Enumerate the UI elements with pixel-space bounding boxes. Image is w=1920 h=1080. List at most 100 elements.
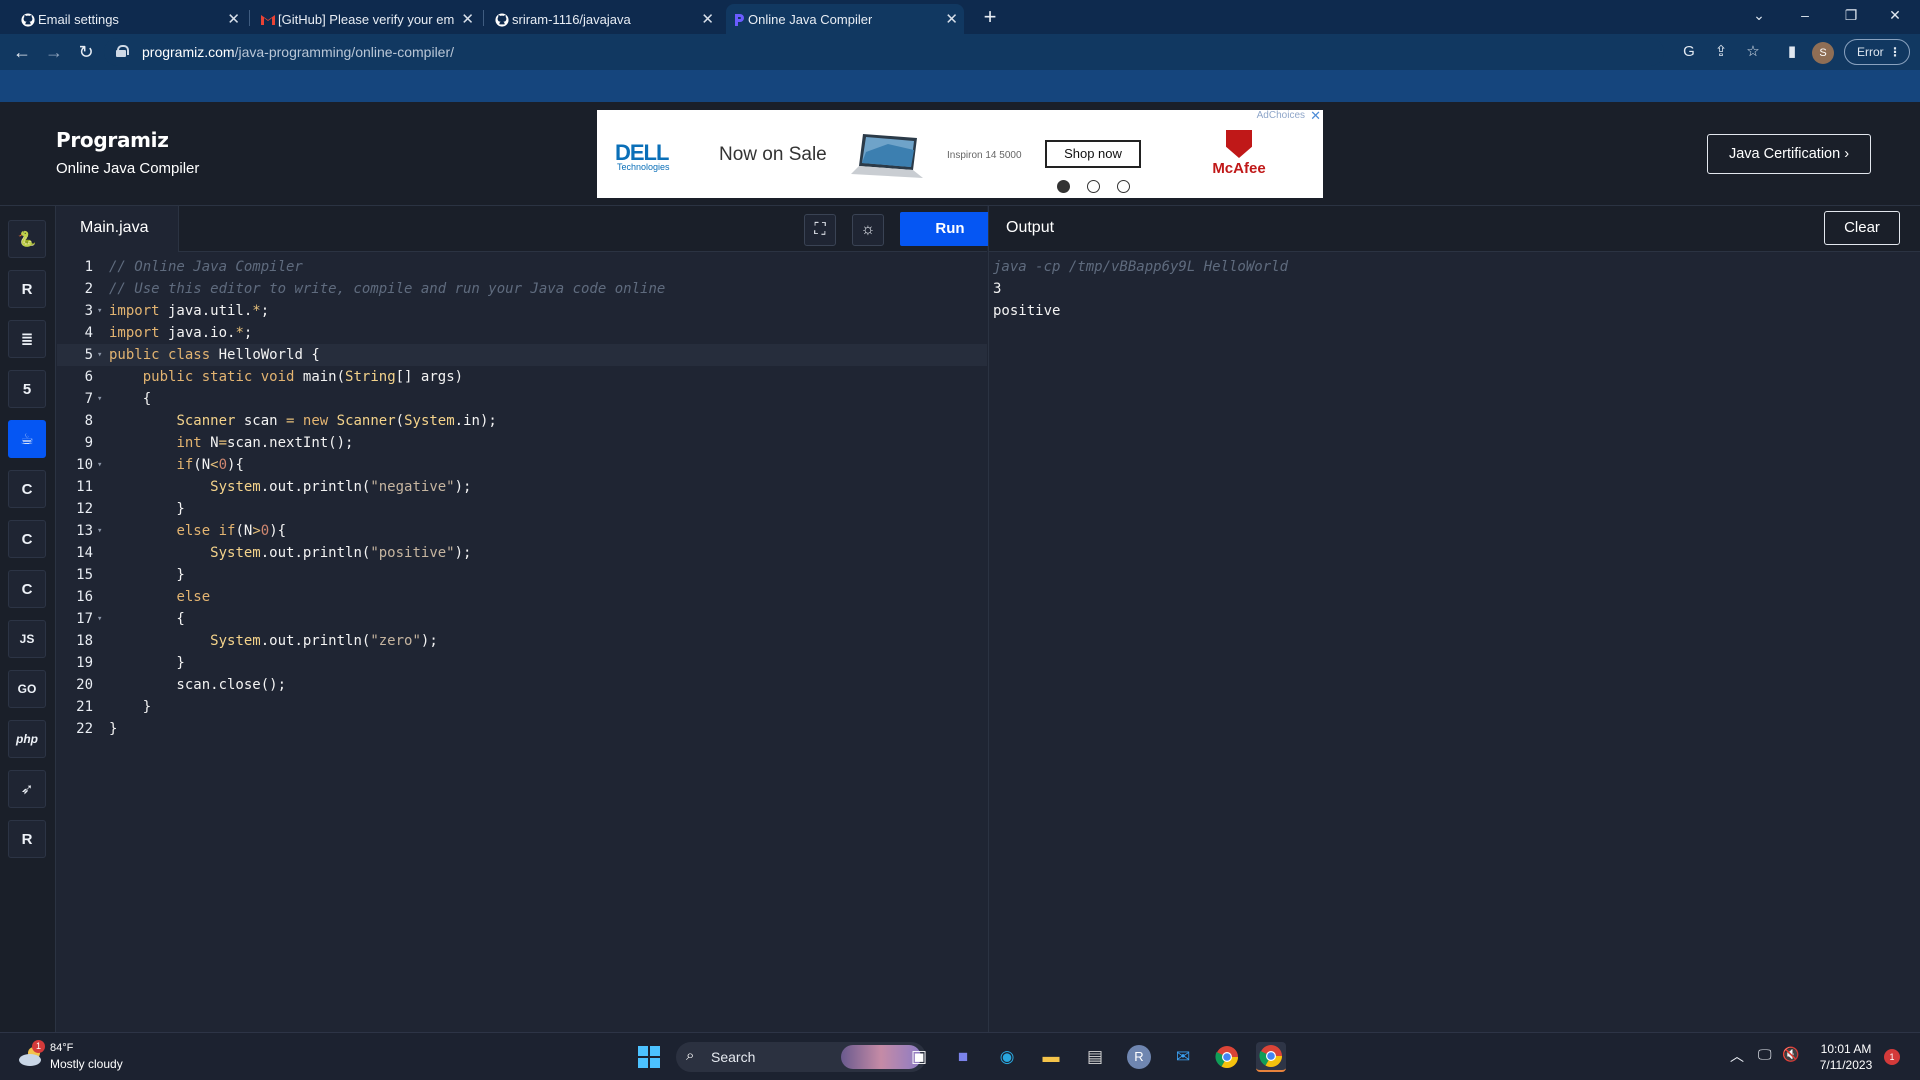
notification-badge[interactable]: 1 (1884, 1049, 1900, 1065)
code-line[interactable]: 14 System.out.println("positive"); (57, 542, 987, 564)
language-go-icon[interactable]: GO (8, 670, 46, 708)
programiz-logo[interactable]: Programiz (56, 128, 169, 152)
fold-arrow-icon[interactable]: ▾ (97, 300, 102, 322)
volume-muted-icon[interactable]: 🔇 (1782, 1046, 1799, 1063)
language-cpp-icon[interactable]: C (8, 520, 46, 558)
tab-search-chevron-icon[interactable]: ⌄ (1736, 0, 1782, 30)
code-line[interactable]: 10 ▾ if(N<0){ (57, 454, 987, 476)
advertisement-banner[interactable]: AdChoices ✕ DELL Technologies Now on Sal… (597, 108, 1323, 198)
windows-start-icon[interactable] (634, 1042, 664, 1072)
carousel-dot-active[interactable] (1057, 180, 1070, 193)
close-tab-icon[interactable]: ✕ (945, 10, 958, 28)
profile-avatar[interactable]: S (1812, 42, 1834, 64)
theme-toggle-sun-icon[interactable]: ☼ (852, 214, 884, 246)
output-console[interactable]: java -cp /tmp/vBBapp6y9L HelloWorld 3 posi… (988, 252, 1920, 1032)
close-tab-icon[interactable]: ✕ (227, 10, 240, 28)
browser-tab-email-settings[interactable]: Email settings ✕ (16, 4, 246, 34)
clear-output-button[interactable]: Clear (1824, 211, 1900, 245)
shop-now-button[interactable]: Shop now (1045, 140, 1141, 168)
fold-arrow-icon[interactable]: ▾ (97, 388, 102, 410)
code-line[interactable]: 1 // Online Java Compiler (57, 256, 987, 278)
code-line[interactable]: 9 int N=scan.nextInt(); (57, 432, 987, 454)
file-tab-main-java[interactable]: Main.java (57, 206, 179, 252)
fold-arrow-icon[interactable]: ▾ (97, 520, 102, 542)
browser-tab-online-java-compiler[interactable]: Online Java Compiler ✕ (726, 4, 964, 34)
google-icon[interactable]: G (1679, 42, 1699, 62)
taskbar-search[interactable]: ⌕ Search (676, 1042, 926, 1072)
java-certification-button[interactable]: Java Certification › (1707, 134, 1871, 174)
code-line[interactable]: 8 Scanner scan = new Scanner(System.in); (57, 410, 987, 432)
side-panel-icon[interactable]: ▮ (1782, 42, 1802, 62)
temperature-text[interactable]: 84°F (50, 1042, 73, 1054)
language-js-icon[interactable]: JS (8, 620, 46, 658)
close-ad-icon[interactable]: ✕ (1310, 108, 1321, 124)
language-rust-icon[interactable]: R (8, 820, 46, 858)
code-line[interactable]: 6 public static void main(String[] args) (57, 366, 987, 388)
code-line[interactable]: 11 System.out.println("negative"); (57, 476, 987, 498)
chrome-icon[interactable] (1212, 1042, 1242, 1072)
microsoft-store-icon[interactable]: ▤ (1080, 1042, 1110, 1072)
language-java-icon[interactable]: ☕ (8, 420, 46, 458)
adchoices-label[interactable]: AdChoices (1257, 110, 1305, 121)
file-explorer-icon[interactable]: ▬ (1036, 1042, 1066, 1072)
code-line[interactable]: 19 } (57, 652, 987, 674)
chrome-profile-icon[interactable] (1256, 1042, 1286, 1072)
mail-icon[interactable]: ✉ (1168, 1042, 1198, 1072)
task-view-icon[interactable]: ▣ (904, 1042, 934, 1072)
code-line[interactable]: 20 scan.close(); (57, 674, 987, 696)
code-line[interactable]: 16 else (57, 586, 987, 608)
show-hidden-icons-chevron[interactable]: ︿ (1730, 1046, 1744, 1066)
browser-tab-github-verify[interactable]: [GitHub] Please verify your email ✕ (256, 4, 480, 34)
code-line[interactable]: 4 import java.io.*; (57, 322, 987, 344)
code-line[interactable]: 3 ▾ import java.util.*; (57, 300, 987, 322)
fold-arrow-icon[interactable]: ▾ (97, 608, 102, 630)
code-line[interactable]: 13 ▾ else if(N>0){ (57, 520, 987, 542)
edge-icon[interactable]: ◉ (992, 1042, 1022, 1072)
share-icon[interactable]: ⇪ (1711, 42, 1731, 62)
browser-tab-javajava-repo[interactable]: sriram-1116/javajava ✕ (490, 4, 720, 34)
close-tab-icon[interactable]: ✕ (461, 10, 474, 28)
fold-arrow-icon[interactable]: ▾ (97, 454, 102, 476)
code-line[interactable]: 22} (57, 718, 987, 740)
code-line[interactable]: 21 } (57, 696, 987, 718)
language-html-icon[interactable]: 5 (8, 370, 46, 408)
code-editor[interactable]: 1 // Online Java Compiler 2 // Use this edi… (57, 252, 987, 1032)
carousel-dot[interactable] (1087, 180, 1100, 193)
restore-window-button[interactable]: ❐ (1828, 0, 1874, 30)
language-r-icon[interactable]: R (8, 270, 46, 308)
network-icon[interactable]: 🖵 (1758, 1046, 1772, 1063)
code-line[interactable]: 7 ▾ { (57, 388, 987, 410)
r-app-icon[interactable]: R (1124, 1042, 1154, 1072)
code-line[interactable]: 2 // Use this editor to write, compile an… (57, 278, 987, 300)
close-tab-icon[interactable]: ✕ (701, 10, 714, 28)
code-line[interactable]: 12 } (57, 498, 987, 520)
error-button[interactable]: Error ⋮ (1844, 39, 1910, 65)
windows-taskbar: 1 84°F Mostly cloudy ⌕ Search ▣ ■ ◉ ▬ ▤ … (0, 1032, 1920, 1080)
system-clock[interactable]: 10:01 AM 7/11/2023 (1816, 1041, 1876, 1073)
close-window-button[interactable]: ✕ (1872, 0, 1918, 30)
language-c-icon[interactable]: C (8, 470, 46, 508)
reload-icon[interactable]: ↻ (72, 40, 100, 64)
fullscreen-icon[interactable]: ⛶ (804, 214, 836, 246)
language-sql-icon[interactable]: ≣ (8, 320, 46, 358)
carousel-dot[interactable] (1117, 180, 1130, 193)
code-text: } (109, 655, 185, 671)
language-csharp-icon[interactable]: C (8, 570, 46, 608)
language-php-icon[interactable]: php (8, 720, 46, 758)
code-line[interactable]: 18 System.out.println("zero"); (57, 630, 987, 652)
address-bar[interactable]: programiz.com/java-programming/online-co… (104, 38, 1664, 66)
code-line[interactable]: 5 ▾ public class HelloWorld { (57, 344, 987, 366)
forward-arrow-icon[interactable]: → (40, 40, 68, 64)
run-button[interactable]: Run (900, 212, 1000, 246)
fold-arrow-icon[interactable]: ▾ (97, 344, 102, 366)
bookmark-star-icon[interactable]: ☆ (1743, 42, 1763, 62)
language-python-icon[interactable]: 🐍 (8, 220, 46, 258)
weather-condition-text[interactable]: Mostly cloudy (50, 1057, 123, 1071)
new-tab-button[interactable]: + (978, 5, 1002, 29)
code-line[interactable]: 17 ▾ { (57, 608, 987, 630)
back-arrow-icon[interactable]: ← (8, 40, 36, 64)
language-swift-icon[interactable]: ➶ (8, 770, 46, 808)
teams-chat-icon[interactable]: ■ (948, 1042, 978, 1072)
code-line[interactable]: 15 } (57, 564, 987, 586)
minimize-window-button[interactable]: – (1782, 0, 1828, 30)
